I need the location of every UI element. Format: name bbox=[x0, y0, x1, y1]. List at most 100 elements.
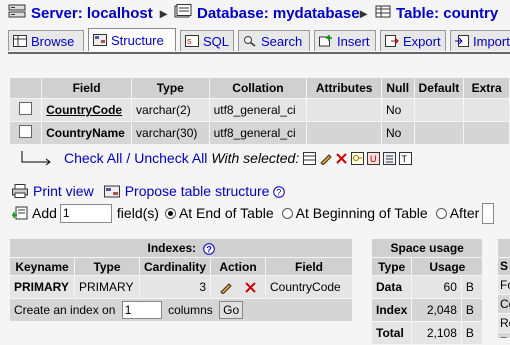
svg-text:T: T bbox=[402, 154, 408, 164]
svg-text:?: ? bbox=[277, 188, 282, 198]
breadcrumb-table-label[interactable]: Table: country bbox=[396, 5, 498, 22]
field-extra bbox=[464, 122, 509, 144]
print-icon bbox=[12, 184, 28, 198]
breadcrumb-database[interactable]: Database: mydatabase bbox=[174, 2, 360, 24]
edit-selected-icon[interactable] bbox=[319, 152, 332, 166]
row-checkbox[interactable] bbox=[19, 125, 33, 138]
indexes-title-cell: Indexes: ? bbox=[10, 239, 353, 257]
space-title: Space usage bbox=[372, 239, 483, 257]
tab-import[interactable]: Import bbox=[450, 30, 510, 51]
index-selected-icon[interactable] bbox=[383, 151, 397, 165]
go-button[interactable]: Go bbox=[219, 301, 244, 319]
check-all-link[interactable]: Check All bbox=[64, 150, 122, 166]
row-checkbox-cell bbox=[10, 122, 42, 144]
radio-after-label[interactable]: After bbox=[450, 205, 480, 221]
space-value: 60 bbox=[412, 276, 461, 298]
header-field: Field bbox=[42, 78, 132, 98]
browse-icon bbox=[13, 35, 27, 47]
radio-after[interactable] bbox=[435, 207, 447, 219]
index-actions bbox=[211, 276, 266, 298]
index-field: CountryCode bbox=[266, 276, 353, 298]
radio-begin-label[interactable]: At Beginning of Table bbox=[296, 205, 428, 221]
tab-search[interactable]: Search bbox=[238, 30, 310, 51]
space-title-row: Space usage bbox=[372, 239, 483, 257]
field-name[interactable]: CountryCode bbox=[42, 99, 132, 121]
field-name[interactable]: CountryName bbox=[42, 122, 132, 144]
indexes-title-row: Indexes: ? bbox=[10, 239, 353, 257]
insert-icon bbox=[319, 35, 333, 47]
tab-export[interactable]: Export bbox=[380, 30, 446, 51]
row-checkbox-cell bbox=[10, 99, 42, 121]
radio-beginning-of-table[interactable] bbox=[281, 207, 293, 219]
unique-selected-icon[interactable]: U bbox=[367, 151, 381, 165]
tab-browse[interactable]: Browse bbox=[8, 30, 84, 51]
add-field-count-input[interactable] bbox=[59, 203, 112, 223]
fulltext-selected-icon[interactable]: T bbox=[399, 151, 413, 165]
space-unit: B bbox=[461, 276, 483, 298]
space-header-type: Type bbox=[372, 258, 412, 275]
database-icon bbox=[174, 4, 192, 22]
table-icon bbox=[375, 5, 391, 22]
edit-index-icon[interactable] bbox=[219, 281, 233, 295]
export-icon bbox=[385, 35, 399, 47]
propose-icon bbox=[103, 184, 120, 198]
create-index-label: Create an index on bbox=[14, 303, 116, 317]
space-type: Data bbox=[372, 276, 412, 298]
table-row: CountryName varchar(30) utf8_general_ci … bbox=[10, 122, 509, 144]
stats-row: Fo bbox=[498, 276, 510, 294]
indexes-help-icon[interactable]: ? bbox=[202, 243, 215, 255]
after-field-select[interactable] bbox=[482, 202, 495, 224]
row-checkbox[interactable] bbox=[19, 102, 33, 115]
header-type: Type bbox=[132, 78, 209, 98]
table-row: CountryCode varchar(2) utf8_general_ci N… bbox=[10, 99, 509, 121]
print-view-link[interactable]: Print view bbox=[33, 183, 94, 199]
space-header-usage: Usage bbox=[412, 258, 483, 275]
view-actions: Print view Propose table structure ? bbox=[12, 182, 286, 200]
delete-selected-icon[interactable] bbox=[335, 152, 348, 165]
tab-insert[interactable]: Insert bbox=[314, 30, 376, 51]
row-statistics-partial: S Fo Co Ro Ro bbox=[498, 238, 510, 338]
field-attributes bbox=[307, 99, 381, 121]
breadcrumb-server-label[interactable]: Server: localhost bbox=[31, 5, 153, 22]
add-label: Add bbox=[32, 205, 57, 221]
space-unit: B bbox=[461, 322, 483, 344]
index-type: PRIMARY bbox=[75, 276, 139, 298]
breadcrumb-table[interactable]: Table: country bbox=[375, 2, 498, 24]
browse-selected-icon[interactable] bbox=[303, 151, 317, 165]
table-row: Data 60 B bbox=[372, 276, 483, 298]
field-type: varchar(30) bbox=[132, 122, 209, 144]
field-collation: utf8_general_ci bbox=[209, 122, 307, 144]
create-index-cell: Create an index on columns Go bbox=[10, 299, 353, 321]
breadcrumb-server[interactable]: Server: localhost bbox=[8, 2, 153, 24]
space-unit: B bbox=[461, 299, 483, 321]
index-header-keyname: Keyname bbox=[10, 258, 74, 275]
radio-end-of-table[interactable] bbox=[164, 207, 176, 219]
header-select bbox=[10, 78, 42, 98]
with-selected-label: With selected: bbox=[211, 150, 300, 166]
radio-end-label[interactable]: At End of Table bbox=[179, 205, 274, 221]
index-header-type: Type bbox=[75, 258, 139, 275]
primary-selected-icon[interactable] bbox=[351, 151, 365, 165]
svg-text:U: U bbox=[370, 154, 377, 164]
columns-label: columns bbox=[168, 303, 213, 317]
stats-row: Ro bbox=[498, 333, 510, 338]
field-type: varchar(2) bbox=[132, 99, 209, 121]
propose-structure-link[interactable]: Propose table structure bbox=[125, 183, 270, 199]
drop-index-icon[interactable] bbox=[244, 281, 257, 294]
tab-sql[interactable]: S SQL bbox=[180, 30, 234, 51]
indexes-table: Indexes: ? Keyname Type Cardinality Acti… bbox=[9, 238, 353, 322]
header-default: Default bbox=[414, 78, 464, 98]
space-usage-table: Space usage Type Usage Data 60 B Index 2… bbox=[371, 238, 483, 345]
stats-header: S bbox=[498, 258, 510, 275]
add-field-row: Add field(s) At End of Table At Beginnin… bbox=[12, 202, 495, 224]
uncheck-all-link[interactable]: Uncheck All bbox=[134, 150, 207, 166]
space-header-row: Type Usage bbox=[372, 258, 483, 275]
help-icon[interactable]: ? bbox=[273, 185, 286, 198]
space-type: Total bbox=[372, 322, 412, 344]
header-null: Null bbox=[381, 78, 414, 98]
tab-structure[interactable]: Structure bbox=[88, 28, 176, 51]
stats-row: Ro bbox=[498, 314, 510, 332]
breadcrumb-database-label[interactable]: Database: mydatabase bbox=[197, 5, 360, 22]
create-index-count-input[interactable] bbox=[121, 301, 162, 319]
field-default bbox=[414, 122, 464, 144]
